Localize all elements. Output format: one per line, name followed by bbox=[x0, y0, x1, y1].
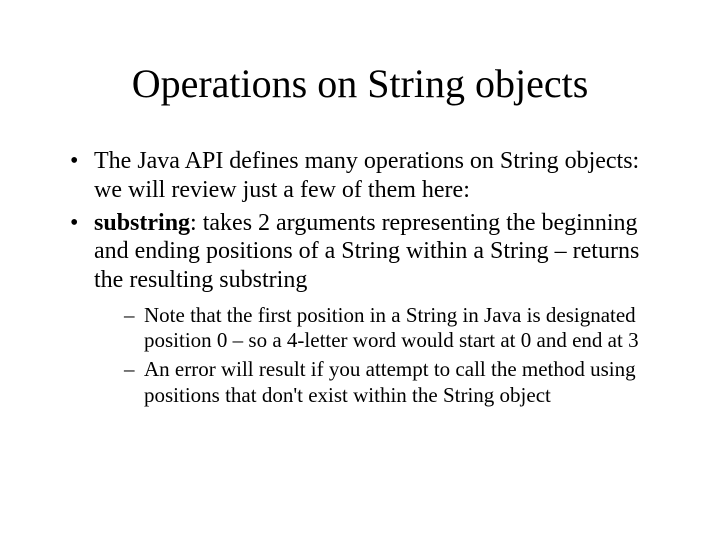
bullet-list: The Java API defines many operations on … bbox=[70, 147, 670, 408]
sub-bullet-item: Note that the first position in a String… bbox=[124, 303, 670, 353]
slide-title: Operations on String objects bbox=[50, 60, 670, 107]
sub-bullet-text: An error will result if you attempt to c… bbox=[144, 357, 636, 406]
bullet-item: The Java API defines many operations on … bbox=[70, 147, 670, 205]
bullet-bold-lead: substring bbox=[94, 210, 190, 236]
sub-bullet-item: An error will result if you attempt to c… bbox=[124, 357, 670, 407]
sub-bullet-text: Note that the first position in a String… bbox=[144, 303, 639, 352]
bullet-item: substring: takes 2 arguments representin… bbox=[70, 209, 670, 408]
slide: Operations on String objects The Java AP… bbox=[0, 0, 720, 540]
sub-bullet-list: Note that the first position in a String… bbox=[124, 303, 670, 408]
bullet-text: The Java API defines many operations on … bbox=[94, 148, 639, 203]
